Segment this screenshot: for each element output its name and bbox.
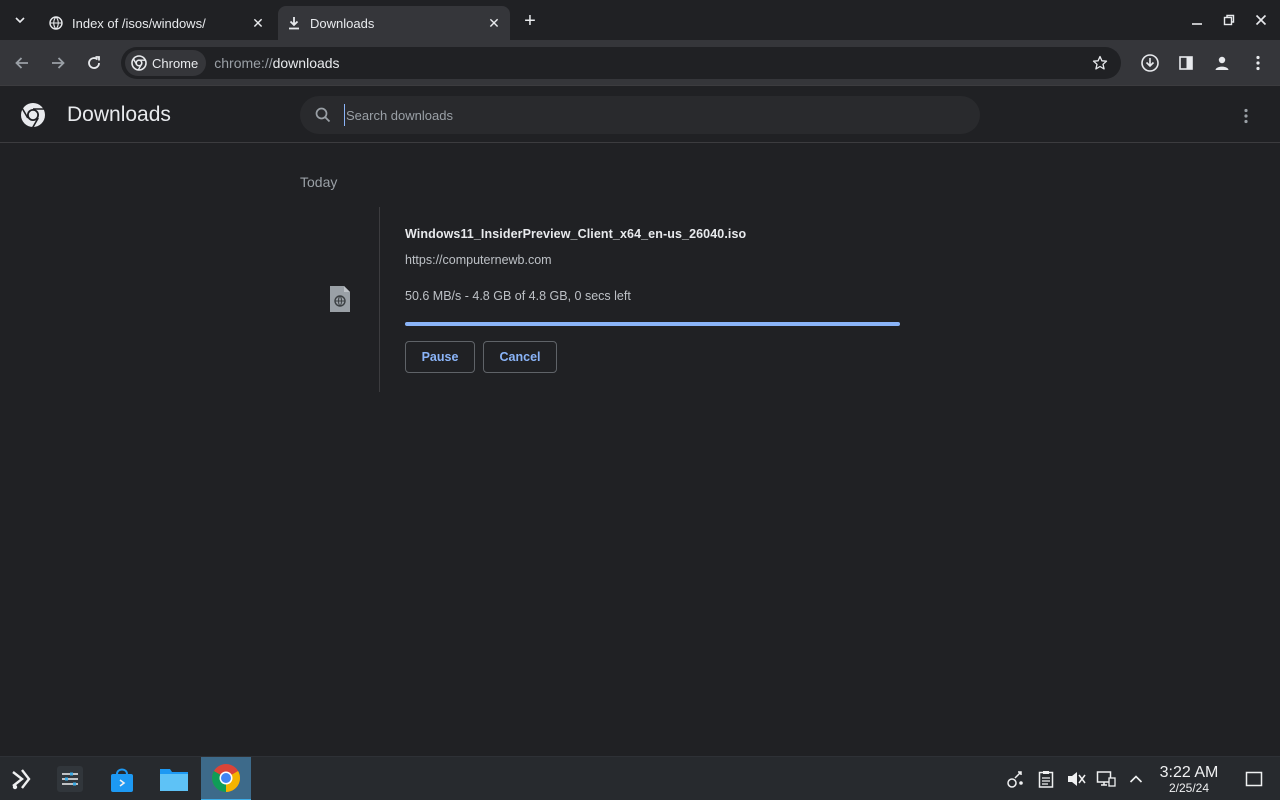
system-settings-icon: [57, 766, 83, 792]
tab-search-button[interactable]: [6, 6, 34, 34]
browser-toolbar: Chrome chrome://downloads: [0, 40, 1280, 86]
more-vert-icon: [1256, 55, 1260, 71]
clock-date: 2/25/24: [1168, 781, 1210, 795]
tab-strip: Index of /isos/windows/ ✕ Downloads ✕ +: [0, 0, 1280, 40]
pause-button[interactable]: Pause: [405, 341, 475, 373]
show-desktop-icon: [1245, 771, 1263, 787]
download-icon: [286, 15, 302, 31]
downloads-menu-button[interactable]: [1234, 104, 1258, 128]
tab-index-isos[interactable]: Index of /isos/windows/ ✕: [40, 6, 274, 40]
chevron-up-icon: [1129, 775, 1143, 783]
clock[interactable]: 3:22 AM 2/25/24: [1155, 764, 1223, 795]
profile-button[interactable]: [1208, 49, 1236, 77]
side-panel-icon: [1179, 56, 1193, 70]
application-launcher-icon: [12, 769, 31, 790]
show-desktop-button[interactable]: [1244, 769, 1264, 789]
volume-tray-button[interactable]: [1066, 769, 1086, 789]
page-title: Downloads: [67, 103, 171, 126]
restore-button[interactable]: [1218, 10, 1240, 30]
discover-store-icon: [111, 768, 133, 792]
chrome-logo-icon: [21, 103, 45, 128]
download-filename-link[interactable]: Windows11_InsiderPreview_Client_x64_en-u…: [405, 227, 746, 241]
close-icon: [1255, 14, 1267, 26]
cancel-button[interactable]: Cancel: [483, 341, 557, 373]
chrome-taskbar-button[interactable]: [201, 757, 251, 800]
progress-fill: [405, 322, 900, 326]
reload-button[interactable]: [80, 49, 108, 77]
search-downloads-box[interactable]: [300, 96, 980, 134]
close-icon[interactable]: ✕: [248, 13, 268, 33]
clipboard-tray-button[interactable]: [1036, 769, 1056, 789]
file-icon-column: [300, 207, 380, 392]
display-icon: [1096, 771, 1116, 787]
system-settings-button[interactable]: [48, 757, 92, 800]
chevron-down-icon: [15, 17, 25, 24]
clipboard-icon: [1038, 771, 1054, 788]
tab-title: Index of /isos/windows/: [72, 15, 206, 31]
volume-muted-icon: [1068, 772, 1086, 786]
search-icon: [315, 107, 331, 123]
arrow-left-icon: [15, 57, 28, 69]
tab-downloads[interactable]: Downloads ✕: [278, 6, 510, 40]
search-input[interactable]: [344, 104, 944, 126]
site-info-chip[interactable]: Chrome: [125, 50, 207, 76]
more-vert-icon: [1244, 108, 1248, 124]
star-icon: [1092, 55, 1108, 70]
close-window-button[interactable]: [1250, 10, 1272, 30]
tab-title: Downloads: [310, 15, 375, 31]
file-manager-button[interactable]: [152, 757, 196, 800]
url-scheme: chrome://: [214, 55, 273, 71]
file-manager-icon: [160, 769, 188, 791]
display-tray-button[interactable]: [1096, 769, 1116, 789]
minimize-button[interactable]: [1186, 10, 1208, 30]
network-icon: [1007, 771, 1023, 788]
address-bar[interactable]: Chrome chrome://downloads: [121, 47, 1121, 79]
side-panel-button[interactable]: [1172, 49, 1200, 77]
show-hidden-tray-button[interactable]: [1126, 769, 1146, 789]
url-host: downloads: [272, 55, 340, 71]
download-status-text: 50.6 MB/s - 4.8 GB of 4.8 GB, 0 secs lef…: [405, 289, 631, 303]
new-tab-button[interactable]: +: [518, 10, 542, 34]
file-icon: [330, 286, 350, 312]
forward-button[interactable]: [44, 49, 72, 77]
network-tray-button[interactable]: [1006, 769, 1026, 789]
discover-store-button[interactable]: [100, 757, 144, 800]
minimize-icon: [1192, 23, 1202, 25]
taskbar: 3:22 AM 2/25/24: [0, 756, 1280, 800]
reload-icon: [88, 56, 100, 69]
download-item: Windows11_InsiderPreview_Client_x64_en-u…: [300, 207, 980, 392]
downloads-button[interactable]: [1136, 49, 1164, 77]
arrow-right-icon: [52, 57, 65, 69]
chrome-icon: [212, 764, 240, 792]
download-progress-bar: [405, 322, 900, 326]
url-text: chrome://downloads: [214, 55, 339, 71]
profile-icon: [1215, 56, 1229, 70]
browser-menu-button[interactable]: [1244, 49, 1272, 77]
download-circle-icon: [1141, 54, 1159, 72]
clock-time: 3:22 AM: [1159, 764, 1219, 781]
bookmark-star-button[interactable]: [1089, 52, 1111, 74]
back-button[interactable]: [8, 49, 36, 77]
download-source-url[interactable]: https://computernewb.com: [405, 253, 552, 267]
close-icon[interactable]: ✕: [484, 13, 504, 33]
date-section-label: Today: [300, 174, 338, 190]
site-chip-label: Chrome: [152, 55, 199, 71]
globe-icon: [48, 15, 64, 31]
application-launcher-button[interactable]: [4, 757, 40, 800]
restore-icon: [1223, 14, 1235, 26]
chrome-logo-icon: [131, 55, 147, 71]
downloads-header: Downloads: [0, 86, 1280, 143]
